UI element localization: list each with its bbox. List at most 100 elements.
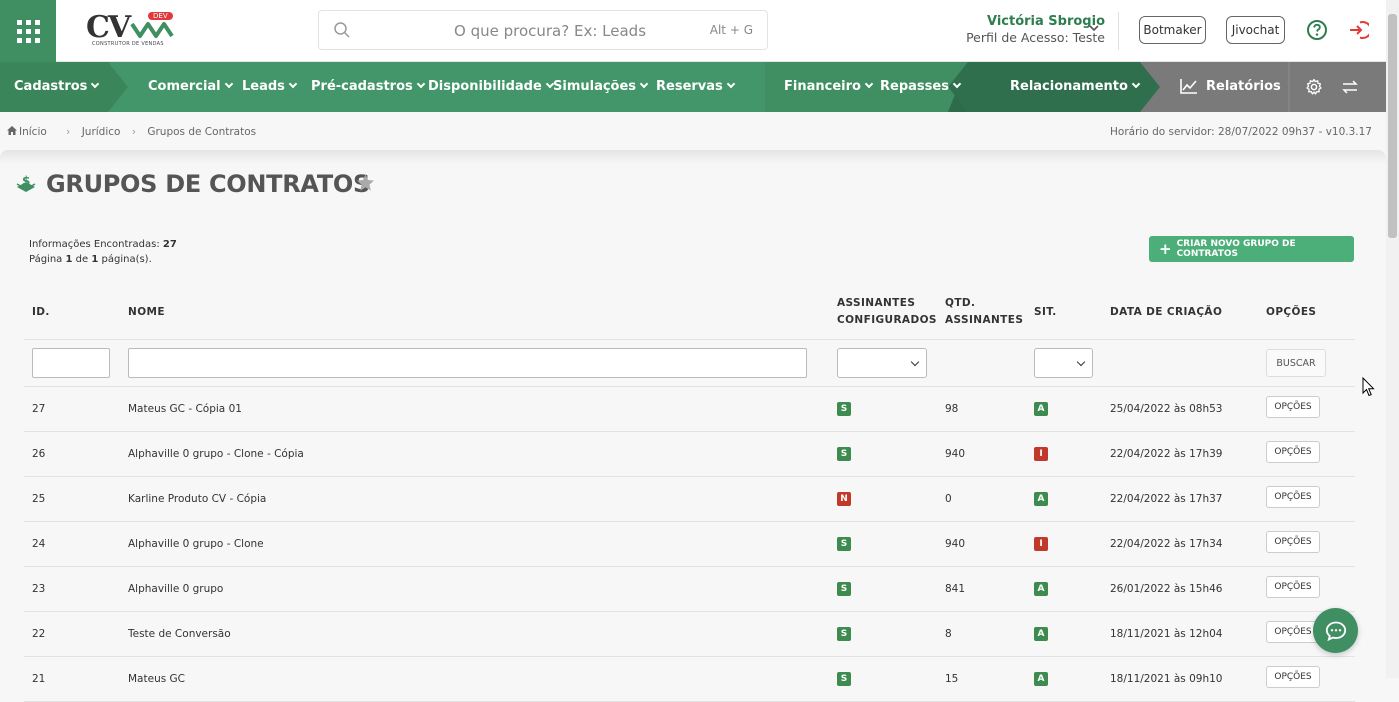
table-row: 23 Alphaville 0 grupo S 841 A 26/01/2022… (24, 567, 1355, 612)
chat-button[interactable] (1313, 608, 1358, 653)
status-badge: A (1034, 492, 1048, 506)
options-button[interactable]: OPÇÕES (1266, 576, 1320, 598)
nav-item-repasses[interactable]: Repasses (880, 79, 962, 94)
cell-id: 25 (32, 493, 46, 505)
nav-item-relacionamento[interactable]: Relacionamento (1010, 79, 1141, 94)
cell-date: 22/04/2022 às 17h34 (1110, 538, 1223, 550)
search-input[interactable]: O que procura? Ex: Leads Alt + G (318, 10, 768, 50)
cell-qty: 940 (945, 538, 966, 550)
options-button[interactable]: OPÇÕES (1266, 621, 1320, 643)
apps-grid-icon (16, 19, 40, 43)
table-row: 24 Alphaville 0 grupo - Clone S 940 I 22… (24, 522, 1355, 567)
cell-id: 26 (32, 448, 46, 460)
cell-date: 18/11/2021 às 12h04 (1110, 628, 1223, 640)
nav-item-simulacoes[interactable]: Simulações (553, 79, 649, 94)
configured-badge: S (837, 627, 851, 641)
logo-text: CV (86, 10, 131, 45)
column-header-qty[interactable]: QTD. ASSINANTES (945, 295, 1023, 329)
logout-icon[interactable] (1347, 19, 1369, 41)
logo[interactable]: CV DEV CONSTRUTOR DE VENDAS (86, 10, 182, 54)
swap-icon[interactable] (1342, 80, 1358, 94)
nav-item-reservas[interactable]: Reservas (656, 79, 736, 94)
cell-name: Teste de Conversão (128, 628, 231, 640)
content-shade (0, 150, 1386, 164)
scrollbar-thumb[interactable] (1388, 14, 1397, 238)
cell-qty: 841 (945, 583, 966, 595)
pagination-info: Página 1 de 1 página(s). (29, 254, 152, 265)
user-menu[interactable]: Victória Sbrogio Perfil de Acesso: Teste (930, 14, 1105, 45)
cell-name: Alphaville 0 grupo - Clone - Cópia (128, 448, 304, 460)
nav-item-disponibilidade[interactable]: Disponibilidade (428, 79, 555, 94)
page-scrollbar[interactable] (1386, 0, 1399, 678)
cell-qty: 8 (945, 628, 952, 640)
logo-subtitle: CONSTRUTOR DE VENDAS (92, 41, 164, 47)
chevron-right-icon: › (66, 126, 71, 138)
jivochat-button[interactable]: Jivochat (1226, 16, 1285, 44)
star-icon[interactable] (356, 174, 375, 192)
mouse-cursor-icon (1362, 377, 1375, 397)
column-header-date[interactable]: DATA DE CRIAÇÃO (1110, 304, 1222, 321)
cell-name: Karline Produto CV - Cópia (128, 493, 267, 505)
filter-configured-select[interactable] (837, 348, 927, 378)
apps-menu-button[interactable] (0, 0, 56, 62)
configured-badge: S (837, 402, 851, 416)
filter-sit-select[interactable] (1034, 348, 1093, 378)
column-header-sit[interactable]: SIT. (1034, 304, 1057, 321)
cell-qty: 0 (945, 493, 952, 505)
search-button[interactable]: BUSCAR (1266, 349, 1326, 377)
table-row: 26 Alphaville 0 grupo - Clone - Cópia S … (24, 432, 1355, 477)
page-title: GRUPOS DE CONTRATOS (46, 170, 370, 198)
nav-item-cadastros[interactable]: Cadastros (14, 79, 100, 94)
botmaker-button[interactable]: Botmaker (1139, 16, 1206, 44)
contract-group-icon: $ (16, 174, 36, 192)
cell-id: 24 (32, 538, 46, 550)
cell-name: Alphaville 0 grupo (128, 583, 224, 595)
nav-item-leads[interactable]: Leads (242, 79, 298, 94)
options-button[interactable]: OPÇÕES (1266, 441, 1320, 463)
home-icon (7, 126, 17, 135)
breadcrumb-home[interactable]: Início (7, 126, 58, 138)
gear-icon[interactable] (1305, 78, 1323, 96)
table-row: 27 Mateus GC - Cópia 01 S 98 A 25/04/202… (24, 387, 1355, 432)
server-time: Horário do servidor: 28/07/2022 09h37 - … (1110, 126, 1372, 138)
column-header-name[interactable]: NOME (128, 304, 165, 321)
search-shortcut: Alt + G (709, 23, 753, 37)
options-button[interactable]: OPÇÕES (1266, 666, 1320, 688)
status-badge: A (1034, 582, 1048, 596)
chart-icon (1180, 79, 1197, 94)
chevron-down-icon[interactable] (1088, 22, 1100, 34)
filter-id-input[interactable] (32, 348, 110, 378)
help-icon[interactable] (1306, 19, 1328, 41)
create-contract-group-button[interactable]: + CRIAR NOVO GRUPO DE CONTRATOS (1149, 236, 1354, 262)
breadcrumb: Início › Jurídico › Grupos de Contratos (7, 126, 264, 138)
options-button[interactable]: OPÇÕES (1266, 486, 1320, 508)
configured-badge: S (837, 537, 851, 551)
configured-badge: S (837, 672, 851, 686)
main-navigation: Cadastros Comercial Leads Pré-cadastros … (0, 62, 1386, 112)
cell-id: 22 (32, 628, 46, 640)
column-header-configured[interactable]: ASSINANTES CONFIGURADOS (837, 295, 937, 329)
nav-item-comercial[interactable]: Comercial (148, 79, 233, 94)
cell-id: 21 (32, 673, 46, 685)
table-row: 21 Mateus GC S 15 A 18/11/2021 às 09h10 … (24, 657, 1355, 702)
top-bar: CV DEV CONSTRUTOR DE VENDAS O que procur… (0, 0, 1399, 62)
nav-item-relatorios[interactable]: Relatórios (1180, 78, 1281, 94)
breadcrumb-section[interactable]: Jurídico (82, 126, 121, 138)
column-header-options: OPÇÕES (1266, 306, 1317, 318)
nav-item-pre-cadastros[interactable]: Pré-cadastros (311, 79, 425, 94)
logo-dev-badge: DEV (148, 12, 173, 20)
column-header-id[interactable]: ID. (32, 304, 50, 321)
configured-badge: S (837, 582, 851, 596)
chevron-down-icon (910, 357, 920, 367)
cell-date: 22/04/2022 às 17h39 (1110, 448, 1223, 460)
table-row: 22 Teste de Conversão S 8 A 18/11/2021 à… (24, 612, 1355, 657)
nav-item-financeiro[interactable]: Financeiro (784, 79, 874, 94)
user-profile: Perfil de Acesso: Teste (966, 30, 1105, 45)
options-button[interactable]: OPÇÕES (1266, 396, 1320, 418)
options-button[interactable]: OPÇÕES (1266, 531, 1320, 553)
cell-date: 26/01/2022 às 15h46 (1110, 583, 1223, 595)
cell-name: Alphaville 0 grupo - Clone (128, 538, 264, 550)
header-divider (24, 339, 1355, 340)
filter-name-input[interactable] (128, 348, 807, 378)
divider (1118, 12, 1119, 50)
